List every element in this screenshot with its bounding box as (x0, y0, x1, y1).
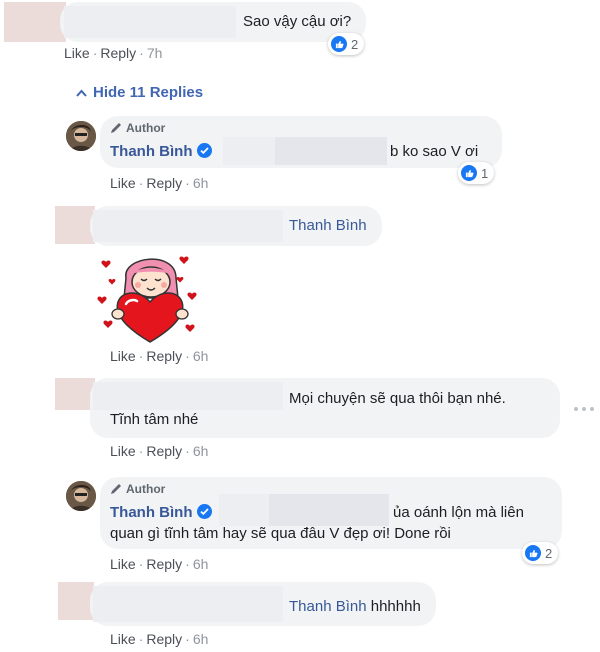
comment-body: hhhhhh (370, 598, 421, 615)
comment-actions: Like · Reply · 7h (64, 45, 163, 61)
hide-replies-link[interactable]: Hide 11 Replies (76, 83, 203, 103)
author-label: Author (126, 121, 166, 135)
comment-text-line2: quan gì tĩnh tâm hay sẽ qua đâu V đẹp ơi… (110, 525, 451, 542)
redacted-avatar (4, 2, 66, 42)
name-text: Thanh Bình (110, 143, 193, 160)
like-link[interactable]: Like (110, 556, 136, 572)
comment-actions: Like · Reply · 6h (110, 443, 209, 459)
reaction-number: 2 (351, 36, 359, 52)
author-tag: Author (110, 121, 165, 135)
comment-actions: Like · Reply · 6h (110, 631, 209, 647)
like-link[interactable]: Like (110, 443, 136, 459)
like-link[interactable]: Like (110, 631, 136, 647)
mention-link[interactable]: Thanh Bình (289, 216, 367, 236)
timestamp[interactable]: 6h (193, 556, 209, 572)
redacted-name (93, 210, 283, 242)
comment-text: Sao vậy cậu ơi? (243, 13, 352, 30)
redacted-text (269, 494, 389, 526)
reply-link[interactable]: Reply (146, 443, 182, 459)
redacted-text (275, 137, 387, 165)
redacted-avatar (55, 206, 95, 244)
mention-link[interactable]: Thanh Bình (289, 598, 367, 615)
redacted-name (64, 6, 236, 38)
thumbs-up-icon (525, 545, 541, 561)
reaction-number: 1 (481, 165, 489, 181)
reaction-count[interactable]: 2 (522, 542, 559, 564)
comment-text-line1: Mọi chuyện sẽ qua thôi bạn nhé. (289, 390, 506, 407)
reply-link[interactable]: Reply (146, 631, 182, 647)
redacted-text (219, 494, 269, 526)
pencil-icon (111, 484, 121, 494)
avatar[interactable] (66, 121, 96, 151)
comment-text: Thanh Bình hhhhhh (289, 597, 421, 617)
redacted-name (93, 586, 283, 622)
redacted-text (223, 137, 275, 165)
comment-actions: Like · Reply · 6h (110, 556, 209, 572)
reaction-number: 2 (545, 545, 553, 561)
reply-link[interactable]: Reply (146, 556, 182, 572)
girl-holding-heart-sticker (97, 256, 197, 343)
name-text: Thanh Bình (110, 504, 193, 521)
like-link[interactable]: Like (110, 348, 136, 364)
commenter-name[interactable]: Thanh Bình (110, 503, 212, 523)
timestamp[interactable]: 6h (193, 175, 209, 191)
verified-badge-icon (196, 143, 212, 158)
timestamp[interactable]: 7h (147, 45, 163, 61)
reply-link[interactable]: Reply (146, 175, 182, 191)
redacted-avatar (58, 582, 94, 620)
comment-text: b ko sao V ơi (390, 143, 479, 160)
reaction-count[interactable]: 1 (458, 162, 495, 184)
hide-replies-label: Hide 11 Replies (93, 84, 204, 101)
commenter-name[interactable]: Thanh Bình (110, 142, 212, 162)
timestamp[interactable]: 6h (193, 443, 209, 459)
timestamp[interactable]: 6h (193, 631, 209, 647)
avatar[interactable] (66, 481, 96, 511)
reaction-count[interactable]: 2 (328, 33, 365, 55)
reply-link[interactable]: Reply (100, 45, 136, 61)
thumbs-up-icon (461, 165, 477, 181)
redacted-name (93, 382, 283, 410)
redacted-avatar (55, 378, 95, 410)
comment-actions: Like · Reply · 6h (110, 175, 209, 191)
author-tag: Author (110, 482, 165, 496)
like-link[interactable]: Like (64, 45, 90, 61)
comment-text-line2: Tĩnh tâm nhé (110, 411, 199, 428)
comment-actions: Like · Reply · 6h (110, 348, 209, 364)
more-options-icon[interactable] (574, 407, 594, 413)
reply-link[interactable]: Reply (146, 348, 182, 364)
thumbs-up-icon (331, 36, 347, 52)
chevron-up-icon (76, 89, 87, 97)
like-link[interactable]: Like (110, 175, 136, 191)
author-label: Author (126, 482, 166, 496)
pencil-icon (111, 123, 121, 133)
verified-badge-icon (196, 504, 212, 519)
timestamp[interactable]: 6h (193, 348, 209, 364)
comment-text-line1: ủa oánh lộn mà liên (393, 504, 524, 521)
